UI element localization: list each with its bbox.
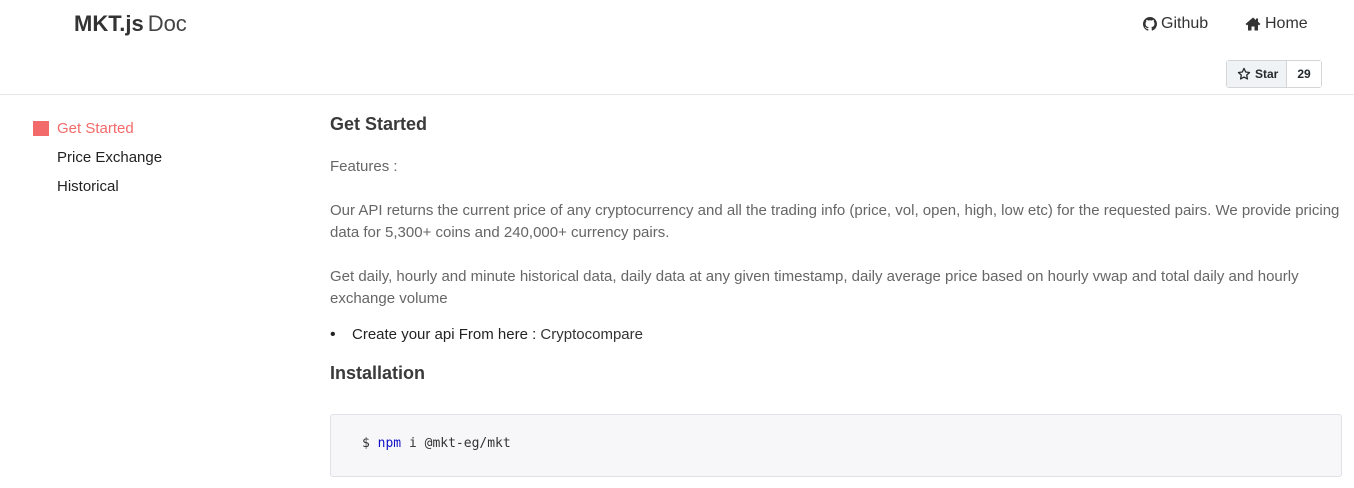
star-count[interactable]: 29 xyxy=(1287,61,1321,87)
main-content: Get Started Features : Our API returns t… xyxy=(330,114,1342,384)
star-icon xyxy=(1237,67,1251,80)
sidebar-item-historical[interactable]: Historical xyxy=(33,172,162,201)
brand-logo[interactable]: MKT.js Doc xyxy=(74,11,187,37)
github-icon xyxy=(1143,17,1157,31)
list-item: Create your api From here : Cryptocompar… xyxy=(330,326,1342,344)
marker-placeholder xyxy=(33,150,49,165)
nav-home-label: Home xyxy=(1265,15,1308,32)
nav-github-label: Github xyxy=(1161,15,1209,32)
nav-github-link[interactable]: Github xyxy=(1143,15,1208,33)
star-button[interactable]: Star xyxy=(1227,61,1288,87)
home-icon xyxy=(1245,17,1261,31)
active-marker xyxy=(33,121,49,136)
api-description: Our API returns the current price of any… xyxy=(330,202,1340,241)
marker-placeholder xyxy=(33,179,49,194)
brand-suffix: Doc xyxy=(147,11,187,36)
features-label: Features : xyxy=(330,158,398,175)
nav-home-link[interactable]: Home xyxy=(1245,15,1308,33)
install-code-block[interactable]: $ npm i @mkt-eg/mkt xyxy=(330,414,1342,477)
page-title: Get Started xyxy=(330,114,428,134)
star-label: Star xyxy=(1255,67,1279,81)
brand-name: MKT.js xyxy=(74,11,144,36)
code-command: npm xyxy=(377,436,402,451)
sidebar-item-label: Historical xyxy=(57,178,119,195)
github-star-widget: Star 29 xyxy=(1226,60,1322,88)
installation-heading: Installation xyxy=(330,363,426,383)
sidebar-item-get-started[interactable]: Get Started xyxy=(33,114,162,143)
sidebar-item-price-exchange[interactable]: Price Exchange xyxy=(33,143,162,172)
code-args: i @mkt-eg/mkt xyxy=(401,436,511,451)
code-prompt: $ xyxy=(362,436,378,451)
sidebar: Get Started Price Exchange Historical xyxy=(33,114,162,201)
bullet-text: Create your api From here : xyxy=(352,326,541,343)
header: MKT.js Doc Github Home Star 29 xyxy=(0,0,1354,95)
feature-list: Create your api From here : Cryptocompar… xyxy=(330,326,1342,344)
historical-description: Get daily, hourly and minute historical … xyxy=(330,268,1299,307)
sidebar-item-label: Price Exchange xyxy=(57,149,163,166)
cryptocompare-link[interactable]: Cryptocompare xyxy=(540,326,643,343)
sidebar-item-label: Get Started xyxy=(57,120,134,137)
